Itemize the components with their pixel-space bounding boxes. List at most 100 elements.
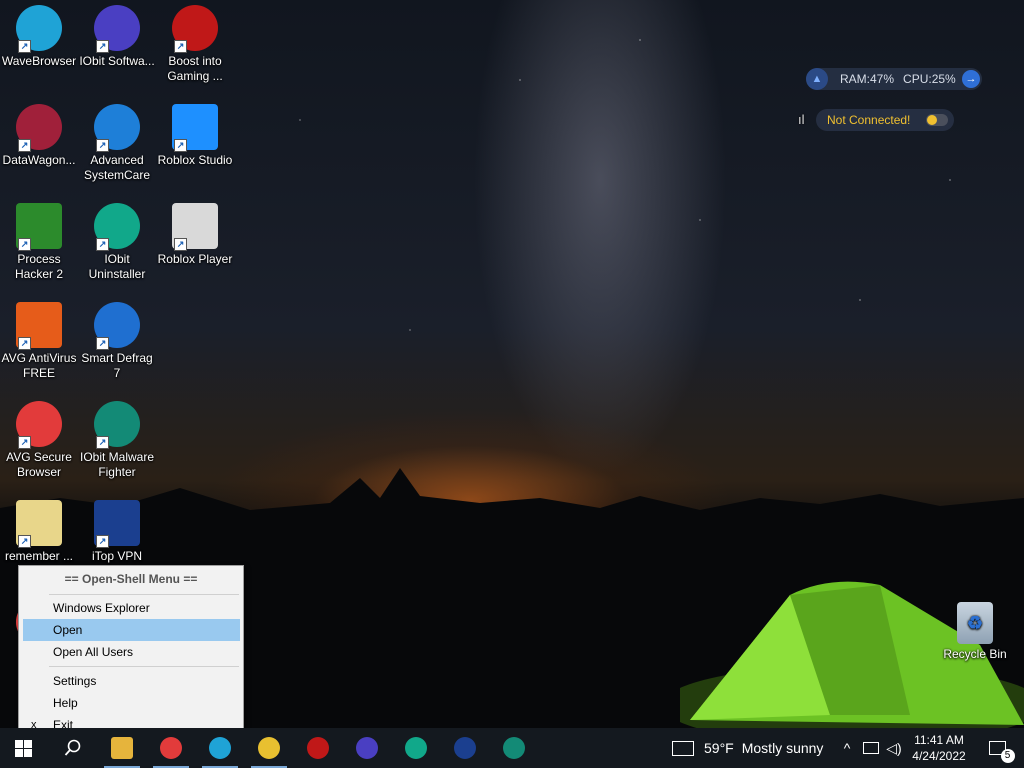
desktop-shortcut[interactable]: ↗ Process Hacker 2 [0,203,78,282]
volume-icon[interactable]: ◁) [884,728,904,768]
clock-time: 11:41 AM [914,733,964,747]
desktop-shortcut[interactable]: ↗ remember ... [0,500,78,564]
desktop-shortcut[interactable]: ↗ IObit Malware Fighter [78,401,156,480]
iobit-uninstaller-icon [405,737,427,759]
desktop-shortcut-label: Smart Defrag 7 [81,351,153,380]
process-hacker-icon: ↗ [16,203,62,251]
iobit-software-updater-icon: ↗ [94,5,140,53]
desktop-shortcut[interactable]: ↗ Roblox Studio [156,104,234,168]
desktop-shortcut-label: WaveBrowser [1,54,77,68]
cpu-label: CPU: [903,72,932,86]
iobit-software-updater-icon [356,737,378,759]
vpn-status-text: Not Connected! [827,113,911,127]
desktop-shortcut[interactable]: ↗ WaveBrowser [0,5,78,69]
wavebrowser-icon [209,737,231,759]
weather-widget[interactable]: 59°F Mostly sunny [672,728,832,768]
menu-separator [49,666,239,667]
boost-gaming-icon [307,737,329,759]
desktop-shortcut-label: AVG Secure Browser [6,450,72,479]
desktop-shortcut[interactable]: ↗ Advanced SystemCare [78,104,156,183]
weather-desc: Mostly sunny [741,740,824,756]
avg-secure-browser-icon: ↗ [16,401,62,449]
shortcut-arrow-icon: ↗ [174,40,187,53]
notification-icon: 5 [988,741,1015,763]
clock[interactable]: 11:41 AM 4/24/2022 [906,728,972,768]
shortcut-arrow-icon: ↗ [174,238,187,251]
start-button[interactable] [0,728,46,768]
system-monitor-widget[interactable]: ▲ RAM: 47% CPU: 25% → [806,68,982,90]
desktop-shortcut[interactable]: ↗ Roblox Player [156,203,234,267]
taskbar-app-button[interactable] [147,728,195,768]
vpn-status-widget[interactable]: Not Connected! [816,109,954,131]
menu-item-help[interactable]: Help [19,692,243,714]
recycle-bin[interactable]: ♻ Recycle Bin [936,602,1014,662]
menu-item-open[interactable]: Open [23,619,240,641]
shortcut-arrow-icon: ↗ [96,535,109,548]
desktop-shortcut-label: remember ... [4,549,73,563]
show-hidden-icons[interactable]: ^ [838,728,856,768]
ram-value: 47% [870,72,895,86]
taskbar-app-button[interactable] [196,728,244,768]
desktop-shortcut-label: IObit Softwa... [79,54,155,68]
action-center-button[interactable]: 5 [980,728,1015,768]
desktop-shortcut-label: DataWagon... [2,153,76,167]
weather-temp: 59°F [704,740,734,756]
desktop-shortcut[interactable]: ↗ DataWagon... [0,104,78,168]
taskbar-app-button[interactable] [490,728,538,768]
taskbar-app-button[interactable] [294,728,342,768]
vpn-signal-icon: ıl [798,112,805,127]
menu-item-windows-explorer[interactable]: Windows Explorer [19,597,243,619]
search-button[interactable] [50,728,96,768]
desktop-shortcut[interactable]: ↗ Smart Defrag 7 [78,302,156,381]
desktop-shortcut[interactable]: ↗ IObit Softwa... [78,5,156,69]
chrome-icon [258,737,280,759]
folder-icon: ↗ [16,500,62,548]
taskbar-app-button[interactable] [441,728,489,768]
shortcut-arrow-icon: ↗ [18,139,31,152]
datawagon-icon: ↗ [16,104,62,152]
recycle-bin-label: Recycle Bin [943,647,1007,661]
shortcut-arrow-icon: ↗ [96,436,109,449]
shortcut-arrow-icon: ↗ [18,40,31,53]
file-explorer-icon [111,737,133,759]
search-icon [64,739,81,756]
itop-vpn-icon: ↗ [94,500,140,548]
taskbar-app-button[interactable] [343,728,391,768]
desktop-shortcut-label: IObit Uninstaller [88,252,146,281]
desktop-shortcut-label: Boost into Gaming ... [167,54,223,83]
desktop-shortcut-label: Roblox Studio [157,153,233,167]
taskbar: 59°F Mostly sunny ^ ◁) 11:41 AM 4/24/202… [0,728,1024,768]
smart-defrag-icon: ↗ [94,302,140,350]
roblox-studio-icon: ↗ [172,104,218,152]
boost-gaming-icon: ↗ [172,5,218,53]
shortcut-arrow-icon: ↗ [96,40,109,53]
arrow-right-icon[interactable]: → [962,70,980,88]
news-icon [672,740,694,756]
desktop-shortcut[interactable]: ↗ AVG AntiVirus FREE [0,302,78,381]
desktop-shortcut-label: Advanced SystemCare [83,153,151,182]
taskbar-app-button[interactable] [245,728,293,768]
desktop-shortcut[interactable]: ↗ iTop VPN [78,500,156,564]
desktop-shortcut[interactable]: ↗ AVG Secure Browser [0,401,78,480]
taskbar-app-button[interactable] [392,728,440,768]
menu-header: == Open-Shell Menu == [64,572,198,586]
menu-item-settings[interactable]: Settings [19,670,243,692]
recycle-bin-icon: ♻ [957,602,993,644]
vpn-toggle-knob [927,115,937,125]
menu-item-open-all-users[interactable]: Open All Users [19,641,243,663]
shortcut-arrow-icon: ↗ [18,238,31,251]
desktop-shortcut[interactable]: ↗ IObit Uninstaller [78,203,156,282]
shortcut-arrow-icon: ↗ [96,337,109,350]
windows-logo-icon [14,739,32,757]
shortcut-arrow-icon: ↗ [18,436,31,449]
desktop-shortcut-label: AVG AntiVirus FREE [1,351,77,380]
desktop-shortcut-label: Process Hacker 2 [14,252,64,281]
network-icon[interactable] [861,728,881,768]
desktop-shortcut[interactable]: ↗ Boost into Gaming ... [156,5,234,84]
desktop-shortcut-label: Roblox Player [157,252,233,266]
vpn-toggle[interactable] [926,114,948,126]
desktop-shortcut-label: iTop VPN [91,549,143,563]
taskbar-app-button[interactable] [98,728,146,768]
iobit-malware-fighter-icon [503,737,525,759]
cpu-value: 25% [931,72,956,86]
